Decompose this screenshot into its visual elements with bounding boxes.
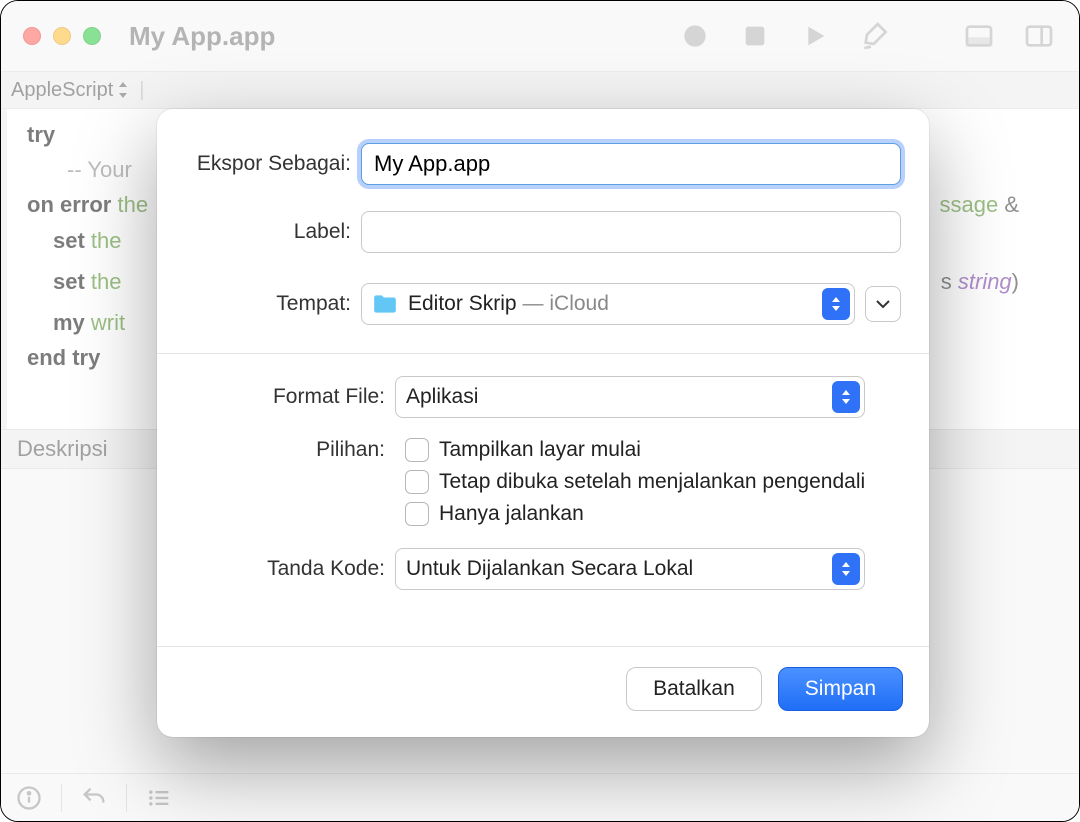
code-text: s bbox=[941, 269, 958, 294]
file-format-label: Format File: bbox=[185, 385, 395, 409]
toolbar bbox=[677, 18, 1057, 54]
code-text: ) bbox=[1012, 269, 1019, 294]
file-format-value: Aplikasi bbox=[406, 385, 478, 409]
export-as-row: Ekspor Sebagai: bbox=[157, 137, 929, 191]
cancel-button-label: Batalkan bbox=[653, 677, 735, 701]
options-label: Pilihan: bbox=[185, 434, 395, 462]
language-bar: AppleScript | bbox=[1, 71, 1079, 109]
code-var: ssage bbox=[939, 192, 998, 217]
code-sign-row: Tanda Kode: Untuk Dijalankan Secara Loka… bbox=[157, 544, 929, 594]
save-button-label: Simpan bbox=[805, 677, 876, 701]
checkbox-icon bbox=[405, 470, 429, 494]
option-stay-open[interactable]: Tetap dibuka setelah menjalankan pengend… bbox=[405, 466, 865, 498]
titlebar: My App.app bbox=[1, 1, 1079, 71]
window-title: My App.app bbox=[129, 21, 275, 52]
stop-icon[interactable] bbox=[737, 18, 773, 54]
traffic-lights bbox=[23, 27, 101, 45]
code-text: & bbox=[998, 192, 1019, 217]
option-run-only-label: Hanya jalankan bbox=[439, 502, 584, 526]
label-input[interactable] bbox=[361, 211, 901, 253]
options-row: Pilihan: Tampilkan layar mulai Tetap dib… bbox=[157, 430, 929, 534]
expand-browser-button[interactable] bbox=[865, 286, 901, 322]
separator bbox=[126, 784, 127, 812]
list-icon[interactable] bbox=[145, 784, 173, 812]
where-folder-name: Editor Skrip bbox=[408, 292, 517, 316]
panel-right-icon[interactable] bbox=[1021, 18, 1057, 54]
folder-icon bbox=[372, 293, 398, 315]
option-show-startup[interactable]: Tampilkan layar mulai bbox=[405, 434, 865, 466]
close-window-button[interactable] bbox=[23, 27, 41, 45]
where-label: Tempat: bbox=[185, 292, 361, 316]
language-popup[interactable]: AppleScript bbox=[11, 79, 129, 102]
code-kw: my bbox=[53, 310, 85, 335]
zoom-window-button[interactable] bbox=[83, 27, 101, 45]
code-sign-label: Tanda Kode: bbox=[185, 557, 395, 581]
code-sign-value: Untuk Dijalankan Secara Lokal bbox=[406, 557, 693, 581]
label-row: Label: bbox=[157, 205, 929, 259]
code-var: the bbox=[85, 269, 122, 294]
nav-divider: | bbox=[139, 79, 144, 102]
code-kw: try bbox=[27, 122, 55, 147]
code-var: writ bbox=[85, 310, 125, 335]
where-popup[interactable]: Editor Skrip — iCloud bbox=[361, 283, 855, 325]
code-var: the bbox=[85, 228, 122, 253]
compile-icon[interactable] bbox=[857, 18, 893, 54]
popup-stepper-icon bbox=[832, 553, 860, 585]
info-icon[interactable] bbox=[15, 784, 43, 812]
language-label: AppleScript bbox=[11, 79, 113, 102]
code-kw: set bbox=[53, 269, 85, 294]
app-window: My App.app AppleScript bbox=[0, 0, 1080, 822]
panel-left-icon[interactable] bbox=[961, 18, 997, 54]
divider bbox=[157, 353, 929, 354]
run-icon[interactable] bbox=[797, 18, 833, 54]
separator bbox=[61, 784, 62, 812]
code-type: string bbox=[958, 269, 1012, 294]
label-field-label: Label: bbox=[185, 220, 361, 244]
file-format-row: Format File: Aplikasi bbox=[157, 372, 929, 422]
export-dialog: Ekspor Sebagai: Label: Tempat: Editor Sk… bbox=[157, 109, 929, 737]
code-comment: -- Your bbox=[67, 157, 132, 182]
where-folder-suffix: — iCloud bbox=[523, 292, 609, 316]
checkbox-icon bbox=[405, 502, 429, 526]
popup-stepper-icon bbox=[832, 381, 860, 413]
save-button[interactable]: Simpan bbox=[778, 667, 903, 711]
code-sign-popup[interactable]: Untuk Dijalankan Secara Lokal bbox=[395, 548, 865, 590]
file-format-popup[interactable]: Aplikasi bbox=[395, 376, 865, 418]
where-row: Tempat: Editor Skrip — iCloud bbox=[157, 277, 929, 331]
reply-icon[interactable] bbox=[80, 784, 108, 812]
option-stay-open-label: Tetap dibuka setelah menjalankan pengend… bbox=[439, 470, 865, 494]
code-kw: end try bbox=[27, 345, 100, 370]
code-var: the bbox=[111, 192, 148, 217]
dialog-footer: Batalkan Simpan bbox=[157, 646, 929, 737]
minimize-window-button[interactable] bbox=[53, 27, 71, 45]
checkbox-icon bbox=[405, 438, 429, 462]
cancel-button[interactable]: Batalkan bbox=[626, 667, 762, 711]
popup-stepper-icon bbox=[822, 288, 850, 320]
record-icon[interactable] bbox=[677, 18, 713, 54]
code-kw: set bbox=[53, 228, 85, 253]
export-as-label: Ekspor Sebagai: bbox=[185, 152, 361, 176]
status-bar bbox=[1, 773, 1079, 821]
code-kw: on error bbox=[27, 192, 111, 217]
option-run-only[interactable]: Hanya jalankan bbox=[405, 498, 865, 530]
option-show-startup-label: Tampilkan layar mulai bbox=[439, 438, 641, 462]
export-as-input[interactable] bbox=[361, 143, 901, 185]
